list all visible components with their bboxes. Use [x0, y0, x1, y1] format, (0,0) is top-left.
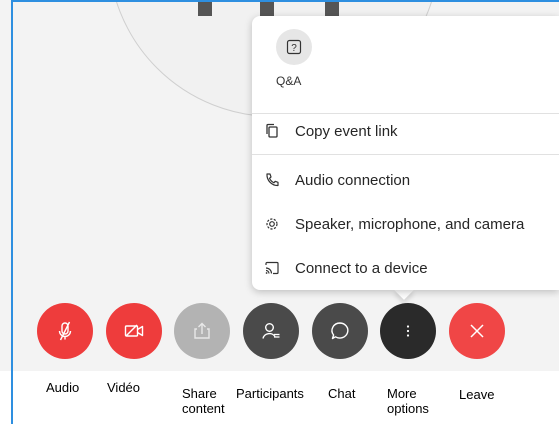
chat-label: Chat	[328, 386, 356, 401]
copy-icon	[262, 121, 282, 141]
chat-bubble-icon	[331, 322, 349, 340]
close-icon	[470, 324, 484, 338]
participants-button[interactable]	[243, 303, 299, 359]
share-content-button[interactable]	[174, 303, 230, 359]
qa-tile[interactable]: ? Q&A	[272, 29, 322, 91]
video-label: Vidéo	[107, 380, 141, 395]
menu-item-label: Connect to a device	[295, 259, 428, 277]
menu-item-label: Speaker, microphone, and camera	[295, 215, 525, 233]
menu-item-connect-to-device[interactable]: Connect to a device	[252, 250, 559, 286]
chat-button[interactable]	[312, 303, 368, 359]
more-options-button[interactable]	[380, 303, 436, 359]
leave-label: Leave	[459, 387, 495, 402]
muted-microphone-icon	[58, 321, 72, 341]
video-off-icon	[124, 324, 144, 337]
menu-item-audio-connection[interactable]: Audio connection	[252, 162, 559, 198]
participants-icon	[262, 323, 280, 339]
more-options-menu: ? Q&A Copy event link Audio connection S…	[252, 16, 559, 290]
menu-divider	[252, 154, 559, 155]
participant-initials	[190, 0, 360, 16]
menu-item-copy-event-link[interactable]: Copy event link	[252, 113, 559, 149]
menu-item-speaker-microphone-camera[interactable]: Speaker, microphone, and camera	[252, 206, 559, 242]
participants-label: Participants	[236, 386, 304, 401]
cast-icon	[262, 258, 282, 278]
more-options-label: More options	[387, 386, 429, 416]
audio-button[interactable]	[37, 303, 93, 359]
qa-label: Q&A	[276, 74, 302, 88]
menu-item-label: Audio connection	[295, 171, 411, 189]
svg-text:?: ?	[291, 43, 297, 54]
leave-button[interactable]	[449, 303, 505, 359]
menu-item-label: Copy event link	[295, 122, 398, 140]
more-dots-icon	[406, 325, 410, 337]
video-button[interactable]	[106, 303, 162, 359]
gear-icon	[262, 214, 282, 234]
focus-border-top	[11, 0, 559, 2]
qa-icon: ?	[276, 29, 312, 65]
focus-border-left	[11, 0, 13, 424]
audio-label: Audio	[46, 380, 80, 395]
share-icon	[194, 322, 210, 339]
share-content-label: Share content	[182, 386, 225, 416]
phone-icon	[262, 170, 282, 190]
